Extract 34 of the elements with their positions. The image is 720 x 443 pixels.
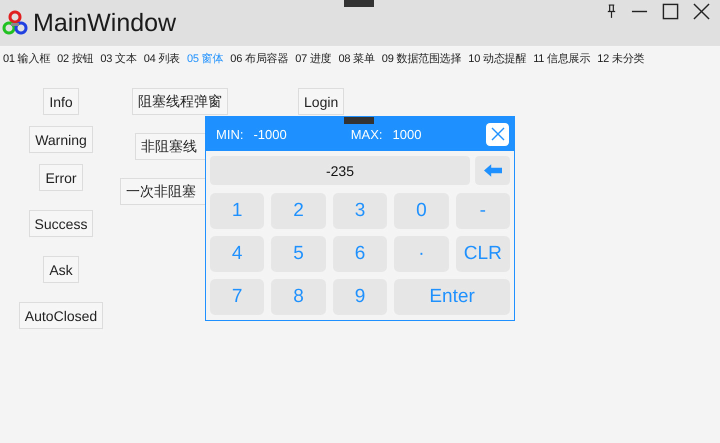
tab[interactable]: 03 文本: [100, 50, 137, 66]
close-icon[interactable]: [693, 3, 710, 20]
backspace-button[interactable]: [475, 156, 510, 185]
value-display: -235: [210, 156, 470, 185]
pin-icon[interactable]: [606, 4, 617, 19]
dialog-button[interactable]: Error: [39, 164, 83, 191]
close-icon: [490, 127, 504, 141]
tab[interactable]: 07 进度: [295, 50, 332, 66]
dialog-button[interactable]: Info: [43, 88, 79, 115]
app-logo-icon: [2, 10, 28, 36]
left-arrow-icon: [484, 164, 502, 177]
close-button[interactable]: [486, 122, 509, 146]
drag-handle-icon[interactable]: [344, 0, 374, 7]
tab[interactable]: 04 列表: [144, 50, 180, 66]
tab[interactable]: 09 数据范围选择: [382, 50, 462, 66]
tab[interactable]: 02 按钮: [57, 50, 94, 66]
tab[interactable]: 08 菜单: [338, 50, 375, 66]
max-value: 1000: [392, 126, 422, 142]
tab[interactable]: 12 未分类: [597, 50, 644, 66]
min-value: -1000: [253, 126, 287, 142]
window-title: MainWindow: [33, 8, 176, 38]
dialog-button[interactable]: Success: [28, 210, 94, 237]
tab[interactable]: 06 布局容器: [230, 50, 288, 66]
tab[interactable]: 01 输入框: [3, 50, 50, 66]
dialog-button[interactable]: 阻塞线程弹窗: [132, 88, 228, 115]
maximize-icon[interactable]: [662, 3, 679, 20]
drag-handle-icon[interactable]: [344, 117, 374, 124]
tab[interactable]: 10 动态提醒: [468, 50, 526, 66]
dialog-button[interactable]: Ask: [43, 256, 79, 283]
login-button[interactable]: Login: [298, 88, 344, 115]
dialog-button[interactable]: Warning: [29, 126, 93, 153]
tab[interactable]: 11 信息展示: [533, 50, 590, 66]
max-label: MAX:: [350, 126, 382, 142]
dialog-button[interactable]: AutoClosed: [18, 302, 104, 329]
